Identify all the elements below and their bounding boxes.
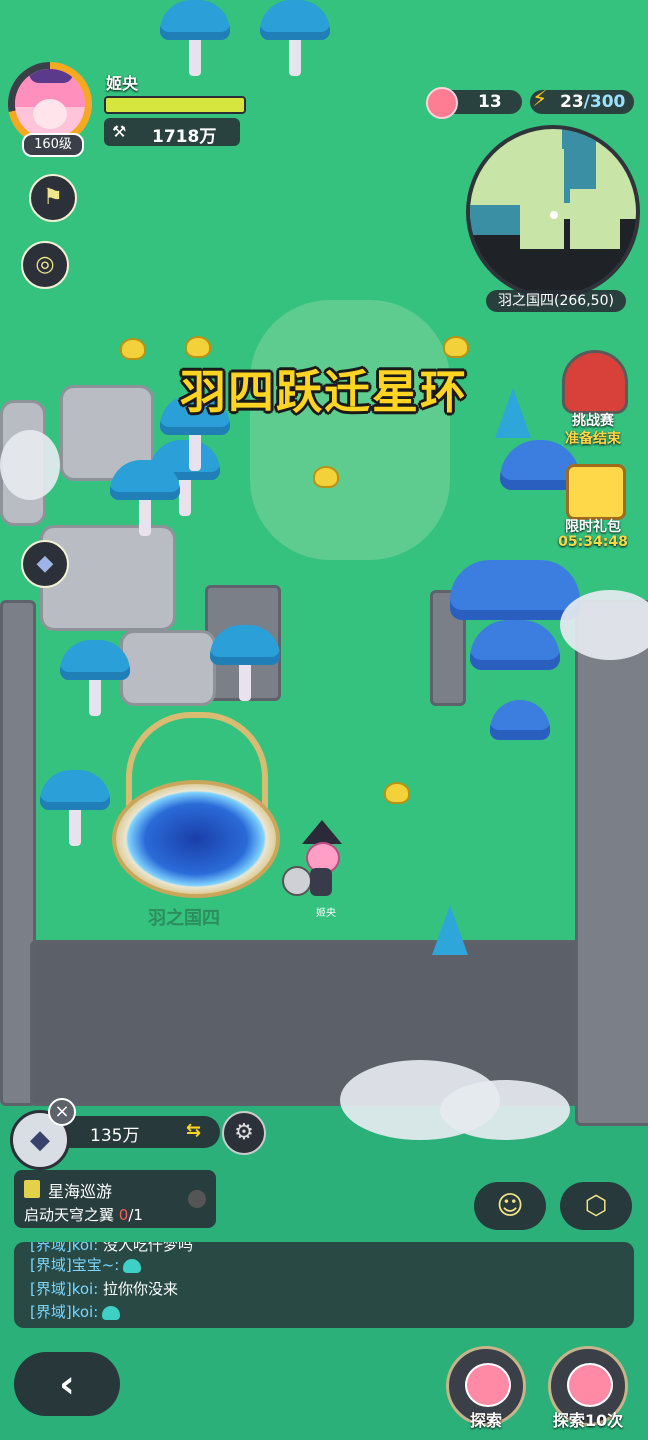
energy-value: 23/300: [560, 90, 625, 114]
cube-icon: ⬡: [584, 1191, 608, 1221]
minimap-land: [520, 149, 564, 249]
gift-box-icon: [566, 464, 626, 520]
flag-icon: ⚑: [43, 185, 63, 210]
tree: [210, 625, 280, 705]
tree: [60, 640, 130, 720]
quest-tracker[interactable]: 星海巡游 启动天穹之翼 0/1: [14, 1170, 216, 1228]
cloud: [440, 1080, 570, 1140]
smiley-icon: ☺: [496, 1191, 524, 1221]
quest-description: 启动天穹之翼 0/1: [24, 1204, 143, 1225]
quest-title: 星海巡游: [48, 1182, 113, 1201]
gear-icon: ⚙: [234, 1120, 254, 1145]
avatar-hat: [29, 69, 73, 83]
cliff-right: [575, 600, 648, 1126]
warp-portal[interactable]: [112, 780, 280, 898]
explore-label: 探索: [469, 1411, 502, 1430]
quest-task: 启动天穹之翼: [24, 1206, 119, 1224]
gold-ore[interactable]: [443, 336, 469, 358]
minimap-land: [570, 189, 620, 249]
map-coordinates: 羽之国四(266,50): [486, 290, 626, 312]
crystal-icon: ◆: [36, 551, 54, 576]
chat-line: [界域]koi:: [30, 1301, 121, 1322]
limited-gift-button[interactable]: 限时礼包 05:34:48: [548, 464, 638, 554]
minimap[interactable]: [466, 125, 640, 299]
peach-icon: [567, 1363, 613, 1407]
hp-bar: [104, 96, 246, 114]
rock: [120, 630, 216, 706]
quest-scroll-icon: [24, 1180, 40, 1198]
grass-path: [250, 300, 450, 560]
energy-current: 23: [560, 92, 584, 112]
explore-ten-label: 探索10次: [552, 1411, 624, 1430]
gift-timer: 05:34:48: [558, 534, 628, 550]
peach-resource[interactable]: 13: [426, 87, 522, 119]
swap-arrows-icon[interactable]: ⇆: [186, 1120, 201, 1141]
challenge-status: 准备结束: [565, 431, 621, 447]
player-name: 姬央: [106, 74, 139, 93]
crystal-cluster: [432, 905, 468, 955]
crystal-resource-bar[interactable]: ◆ × 135万 ⇆: [10, 1098, 220, 1170]
close-icon[interactable]: ×: [48, 1098, 76, 1126]
hp-fill: [106, 98, 244, 112]
tree: [40, 770, 110, 850]
gold-ore[interactable]: [384, 782, 410, 804]
crystal-button[interactable]: ◆: [21, 540, 69, 588]
energy-max: 300: [589, 92, 626, 112]
character-body: [310, 868, 332, 896]
minimap-water: [470, 205, 526, 235]
tree: [260, 0, 330, 80]
gold-ore[interactable]: [313, 466, 339, 488]
player-character[interactable]: [296, 820, 346, 900]
combat-power-value: 1718万: [152, 127, 217, 147]
flag-button[interactable]: ⚑: [29, 174, 77, 222]
back-button[interactable]: ‹: [14, 1352, 120, 1416]
combat-power[interactable]: ⚒ 1718万: [104, 118, 240, 147]
emoji-button[interactable]: ☺: [474, 1182, 546, 1230]
explore-button[interactable]: 探索: [446, 1346, 526, 1430]
gift-title: 限时礼包: [565, 519, 621, 535]
portal-label: 羽之国四: [148, 908, 220, 929]
crystal-value: 135万: [90, 1126, 140, 1146]
minimap-player-dot: [550, 211, 558, 219]
chat-line: [界域]koi: 拉你你没来: [30, 1280, 179, 1298]
chevron-left-icon: ‹: [59, 1362, 75, 1406]
blue-tree: [450, 560, 580, 620]
target-icon: ◎: [35, 252, 55, 277]
avatar-face: [33, 99, 67, 129]
target-button[interactable]: ◎: [21, 241, 69, 289]
peach-count: 13: [478, 92, 502, 112]
lightning-icon: ⚡: [532, 87, 548, 112]
level-badge: 160级: [22, 133, 84, 157]
inventory-button[interactable]: ⬡: [560, 1182, 632, 1230]
character-name-label: 姬央: [316, 908, 336, 919]
quest-progress-current: 0: [118, 1206, 129, 1224]
crossed-tools-icon: ⚒: [112, 122, 127, 141]
gold-ore[interactable]: [185, 336, 211, 358]
peach-icon: [465, 1363, 511, 1407]
cloud: [0, 430, 60, 500]
challenge-character-icon: [562, 350, 628, 414]
chat-panel[interactable]: [界域]koi: 没人吃仟梦吗 [界域]宝宝~: [界域]koi: 拉你你没来 …: [14, 1242, 634, 1328]
slime-emoji-icon: [123, 1258, 142, 1273]
challenge-title: 挑战赛: [572, 413, 614, 429]
quest-progress-total: /1: [128, 1206, 143, 1224]
challenge-event-button[interactable]: 挑战赛 准备结束: [548, 350, 638, 447]
avatar[interactable]: [15, 69, 85, 139]
witch-hat: [302, 820, 342, 844]
energy-resource[interactable]: ⚡ 23/300: [530, 87, 634, 114]
quest-toggle-button[interactable]: [188, 1190, 206, 1208]
gear-button[interactable]: ⚙: [222, 1111, 266, 1155]
peach-icon: [426, 87, 458, 119]
tree: [160, 0, 230, 80]
explore-ten-button[interactable]: 探索10次: [548, 1346, 628, 1430]
slime-emoji-icon: [102, 1305, 121, 1320]
chat-line: [界域]宝宝~:: [30, 1254, 142, 1275]
